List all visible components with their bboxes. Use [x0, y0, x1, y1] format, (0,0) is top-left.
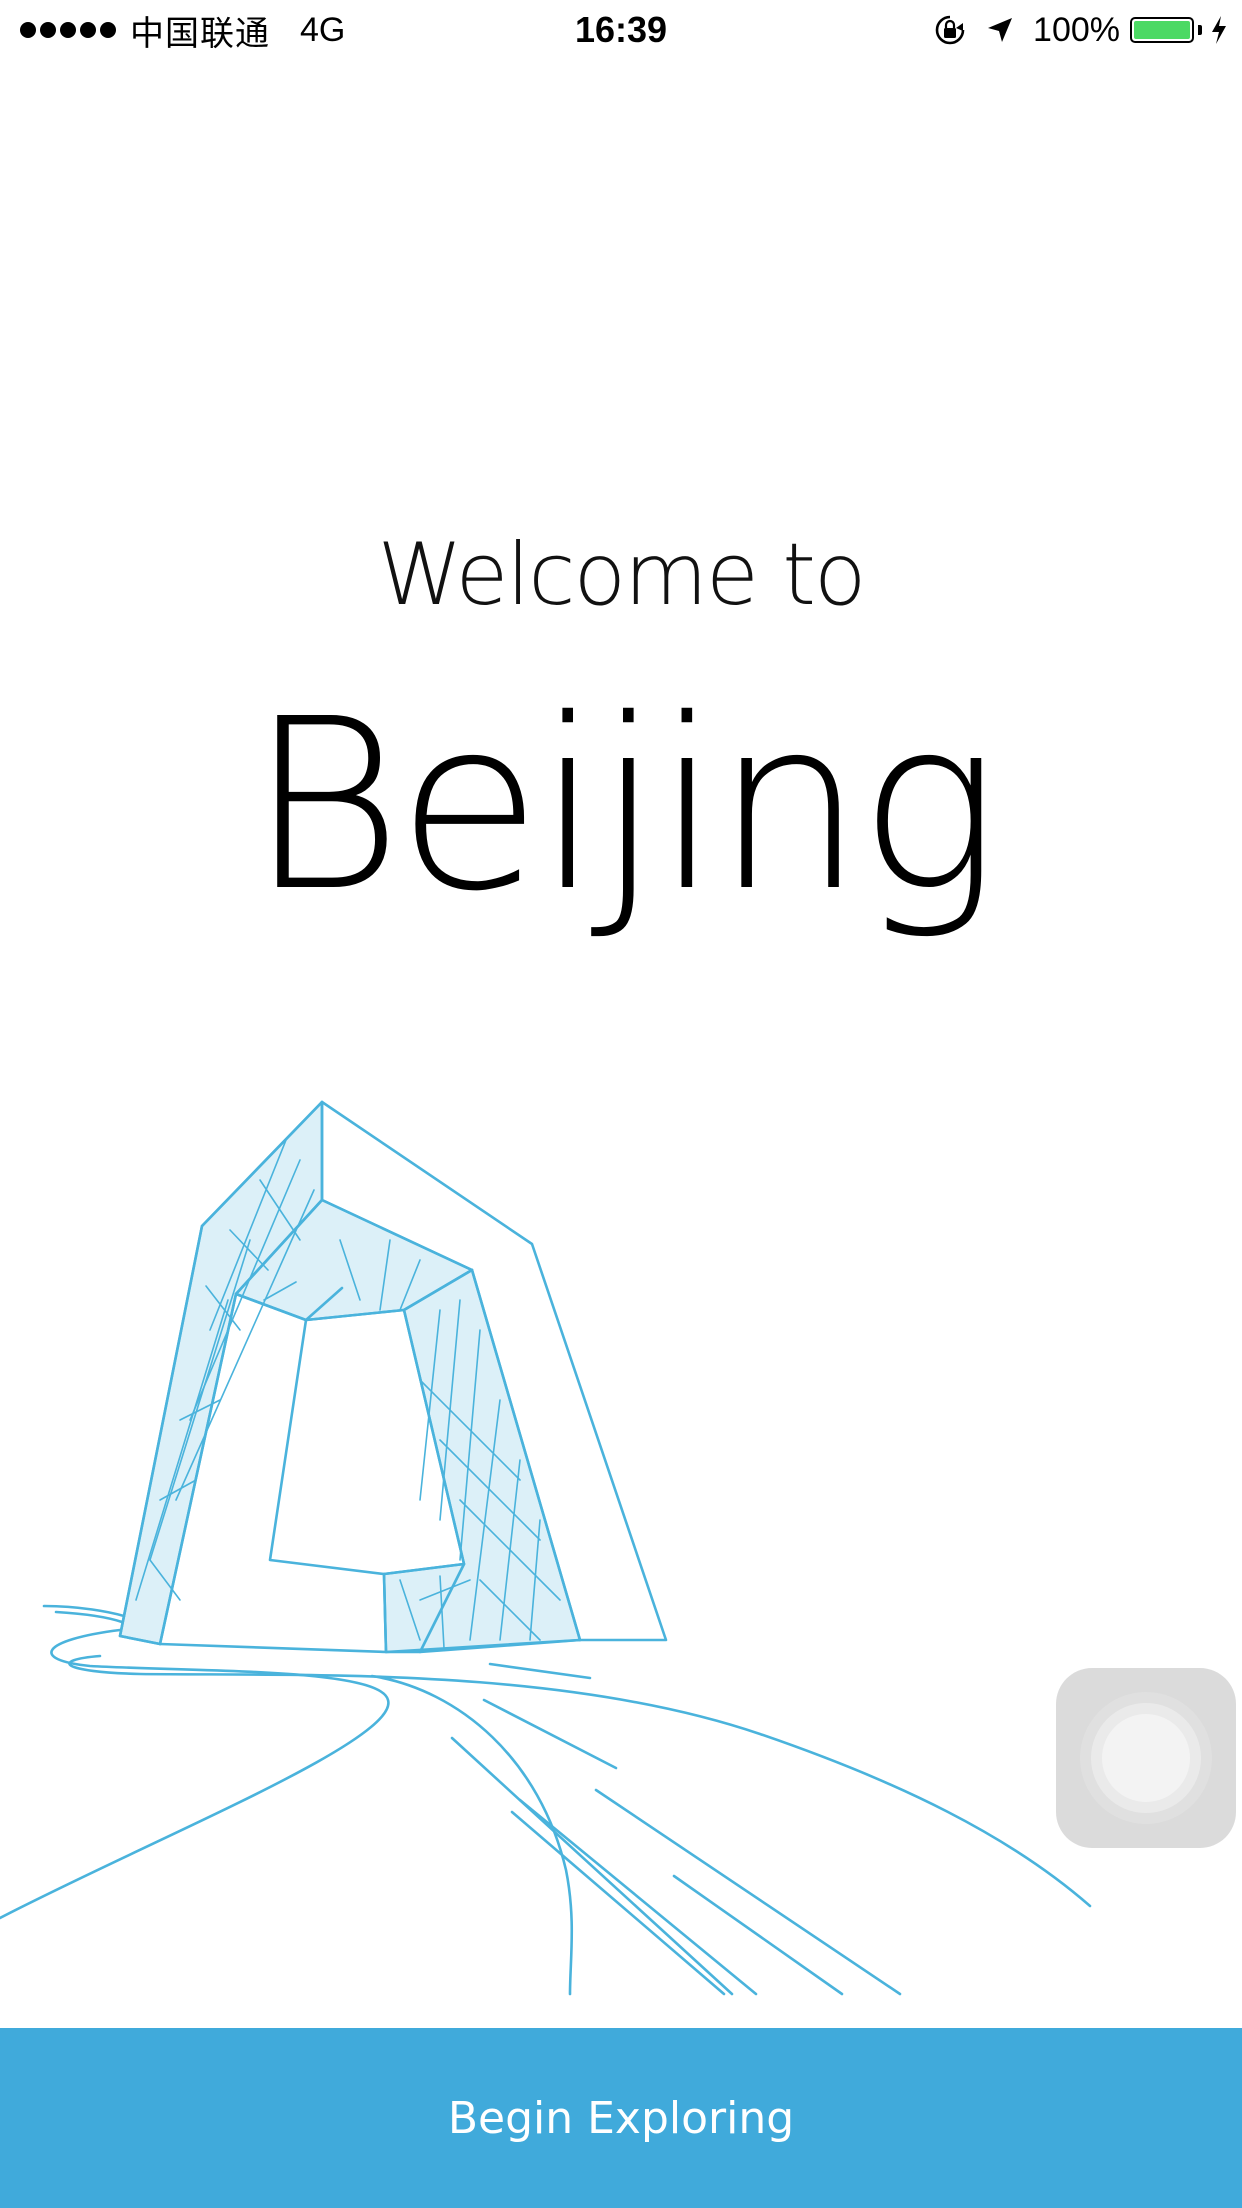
battery-percentage: 100% [1033, 10, 1120, 49]
status-bar: 中国联通 4G 16:39 100% [0, 0, 1242, 60]
assistive-touch-core [1102, 1714, 1190, 1802]
assistive-touch-ring [1080, 1692, 1212, 1824]
location-arrow-icon [985, 15, 1015, 45]
battery-tip [1198, 25, 1202, 35]
status-right: 100% [933, 8, 1228, 52]
assistive-touch-button[interactable] [1056, 1668, 1236, 1848]
welcome-heading: Welcome to [377, 525, 866, 625]
assistive-touch-ring-inner [1091, 1703, 1201, 1813]
battery-icon [1130, 17, 1194, 43]
charging-bolt-icon [1210, 15, 1228, 45]
rotation-lock-icon [933, 13, 967, 47]
city-title: Beijing [248, 668, 1000, 943]
begin-exploring-button[interactable]: Begin Exploring [0, 2028, 1242, 2208]
cctv-building-illustration [0, 1100, 1092, 1996]
